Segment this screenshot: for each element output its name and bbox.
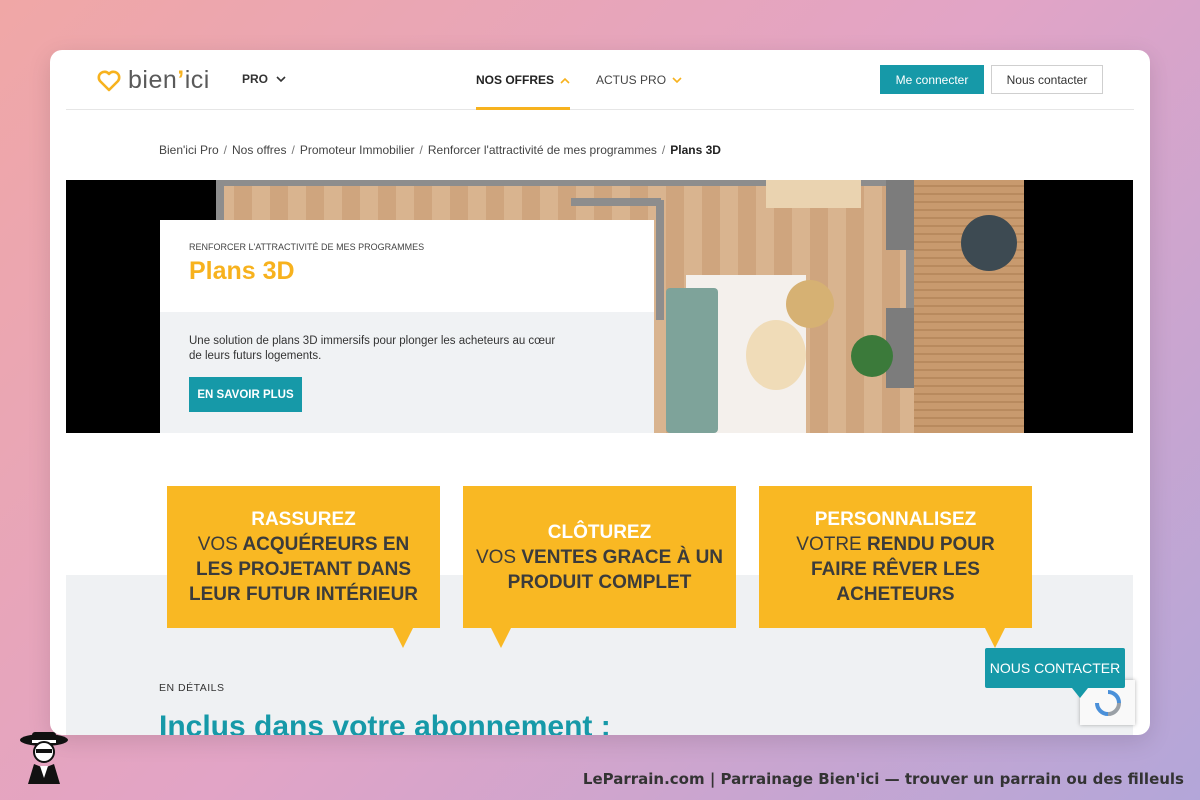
hero-kicker: RENFORCER L'ATTRACTIVITÉ DE MES PROGRAMM… — [189, 242, 425, 252]
hero-description: Une solution de plans 3D immersifs pour … — [189, 335, 556, 362]
floating-contact-button[interactable]: NOUS CONTACTER — [985, 648, 1125, 688]
breadcrumb-item[interactable]: Bien'ici Pro — [159, 143, 219, 157]
heart-logo-icon — [97, 70, 121, 91]
bienici-logo[interactable]: bien’ici — [96, 66, 210, 95]
footer-caption: LeParrain.com | Parrainage Bien'ici — tr… — [582, 770, 1184, 788]
details-title: Inclus dans votre abonnement : — [159, 710, 611, 735]
logo-text: bien’ici — [128, 66, 210, 94]
details-kicker: EN DÉTAILS — [159, 682, 225, 694]
chevron-down-icon — [276, 75, 286, 82]
breadcrumb-item[interactable]: Renforcer l'attractivité de mes programm… — [428, 143, 657, 157]
benefit-bubble-personalize: PERSONNALISEZ VOTRE RENDU POUR FAIRE RÊV… — [759, 486, 1032, 648]
benefit-bubble-reassure: RASSUREZ VOS ACQUÉREURS EN LES PROJETANT… — [167, 486, 440, 648]
main-nav: NOS OFFRES ACTUS PRO — [476, 50, 682, 110]
hero-banner: RENFORCER L'ATTRACTIVITÉ DE MES PROGRAMM… — [66, 180, 1133, 433]
leparrain-mascot-icon — [20, 732, 68, 784]
hero-card: RENFORCER L'ATTRACTIVITÉ DE MES PROGRAMM… — [160, 220, 654, 433]
pro-dropdown[interactable]: PRO — [242, 72, 286, 86]
hero-title: Plans 3D — [189, 257, 295, 285]
breadcrumb-current: Plans 3D — [670, 143, 721, 157]
learn-more-button[interactable]: EN SAVOIR PLUS — [189, 377, 302, 412]
breadcrumb-item[interactable]: Promoteur Immobilier — [300, 143, 415, 157]
nav-nos-offres[interactable]: NOS OFFRES — [476, 50, 571, 110]
recaptcha-icon — [1094, 689, 1121, 716]
contact-button[interactable]: Nous contacter — [991, 65, 1103, 94]
chevron-up-icon — [560, 77, 570, 84]
login-button[interactable]: Me connecter — [880, 65, 984, 94]
site-header: bien’ici PRO NOS OFFRES ACTUS PRO Me con… — [66, 50, 1134, 110]
benefit-bubble-close: CLÔTUREZ VOS VENTES GRACE À UN PRODUIT C… — [463, 486, 736, 648]
breadcrumb: Bien'ici Pro / Nos offres / Promoteur Immo… — [159, 143, 721, 157]
nav-actus-pro[interactable]: ACTUS PRO — [596, 50, 682, 110]
breadcrumb-item[interactable]: Nos offres — [232, 143, 286, 157]
chevron-down-icon — [672, 76, 682, 83]
pro-label: PRO — [242, 72, 269, 86]
browser-page: bien’ici PRO NOS OFFRES ACTUS PRO Me con… — [50, 50, 1150, 735]
